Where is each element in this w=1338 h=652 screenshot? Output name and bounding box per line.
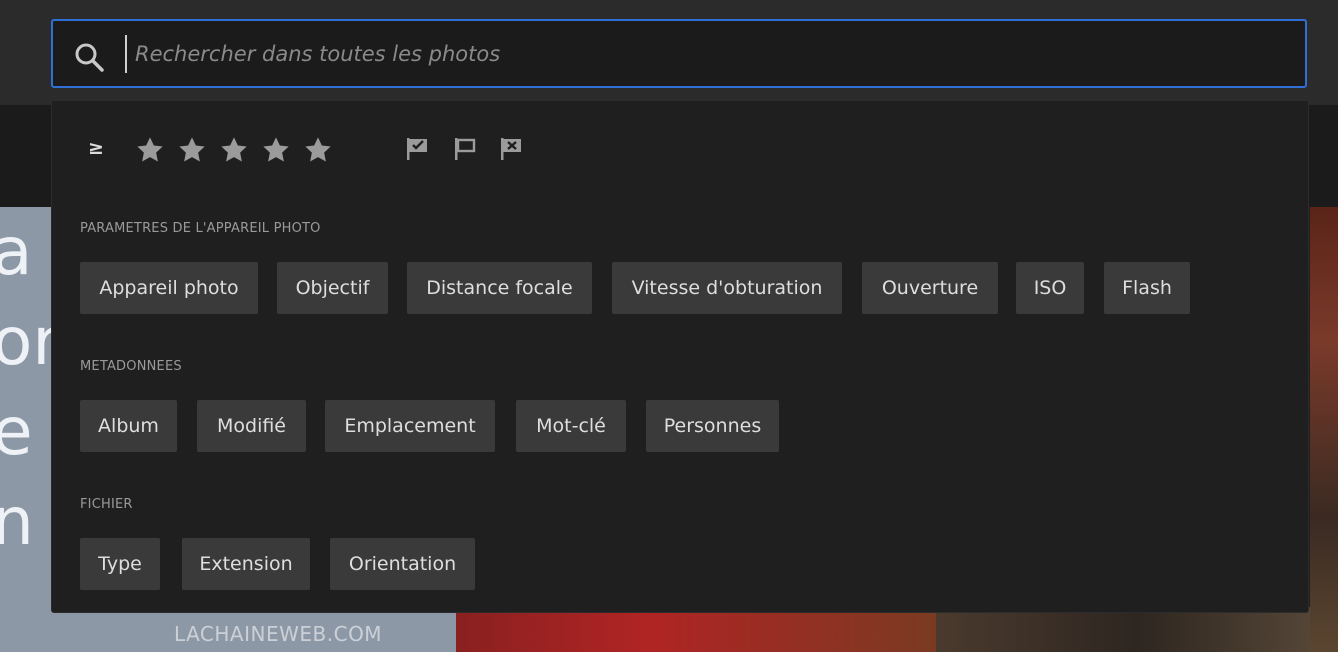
chip-aperture[interactable]: Ouverture xyxy=(862,262,998,314)
background-photo-right xyxy=(1310,207,1338,652)
chip-keyword[interactable]: Mot-clé xyxy=(516,400,626,452)
search-input[interactable] xyxy=(125,35,1295,73)
chip-lens[interactable]: Objectif xyxy=(277,262,388,314)
chip-album[interactable]: Album xyxy=(80,400,177,452)
flag-unflagged-icon[interactable] xyxy=(452,135,478,163)
search-bar[interactable] xyxy=(51,19,1307,88)
star-icon[interactable] xyxy=(218,134,250,166)
section-label-metadata: METADONNEES xyxy=(80,359,182,374)
chip-type[interactable]: Type xyxy=(80,538,160,590)
chip-focal-length[interactable]: Distance focale xyxy=(407,262,592,314)
flag-picked-icon[interactable] xyxy=(404,135,430,163)
app-window: a or e n LACHAINEWEB.COM ≥ xyxy=(0,0,1338,652)
chip-shutter-speed[interactable]: Vitesse d'obturation xyxy=(612,262,842,314)
section-label-file: FICHIER xyxy=(80,497,133,512)
flag-rejected-icon[interactable] xyxy=(498,135,524,163)
chip-orientation[interactable]: Orientation xyxy=(330,538,475,590)
chip-modified[interactable]: Modifié xyxy=(197,400,306,452)
star-icon[interactable] xyxy=(176,134,208,166)
chip-people[interactable]: Personnes xyxy=(646,400,779,452)
watermark: LACHAINEWEB.COM xyxy=(174,622,383,646)
rating-operator-toggle[interactable]: ≥ xyxy=(88,137,104,159)
chip-location[interactable]: Emplacement xyxy=(325,400,495,452)
file-chips: Type Extension Orientation xyxy=(80,538,500,590)
chip-iso[interactable]: ISO xyxy=(1016,262,1084,314)
star-icon[interactable] xyxy=(302,134,334,166)
background-photo-middle xyxy=(456,607,936,652)
rating-flag-row: ≥ xyxy=(82,131,682,171)
chip-flash[interactable]: Flash xyxy=(1104,262,1190,314)
chip-camera[interactable]: Appareil photo xyxy=(80,262,258,314)
camera-chips: Appareil photo Objectif Distance focale … xyxy=(80,262,1200,314)
section-label-camera: PARAMETRES DE L'APPAREIL PHOTO xyxy=(80,221,321,236)
chip-extension[interactable]: Extension xyxy=(182,538,310,590)
search-filter-panel: ≥ PARAMETRES DE L'APPAREIL PHOTO Apparei… xyxy=(51,100,1309,613)
search-icon xyxy=(75,43,104,72)
star-icon[interactable] xyxy=(134,134,166,166)
metadata-chips: Album Modifié Emplacement Mot-clé Person… xyxy=(80,400,800,452)
star-icon[interactable] xyxy=(260,134,292,166)
background-photo-bottom-right xyxy=(936,607,1338,652)
